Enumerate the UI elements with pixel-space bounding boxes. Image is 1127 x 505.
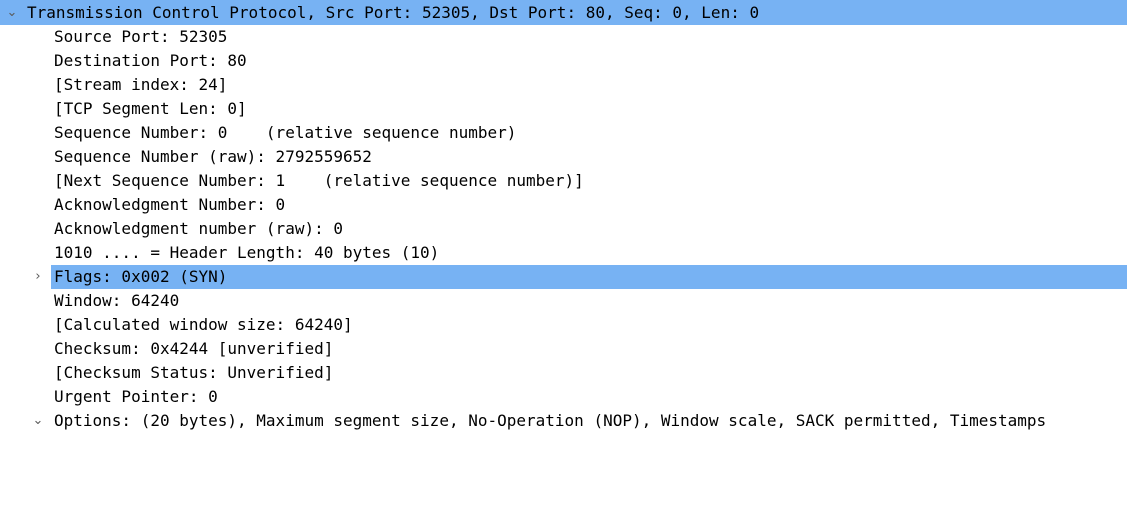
chevron-down-icon[interactable]: ⌄	[30, 409, 46, 433]
tree-row-sequence-number[interactable]: Sequence Number: 0 (relative sequence nu…	[0, 121, 1127, 145]
tree-row-source-port[interactable]: Source Port: 52305	[0, 25, 1127, 49]
tree-row-ack-raw[interactable]: Acknowledgment number (raw): 0	[0, 217, 1127, 241]
tree-row-next-sequence[interactable]: [Next Sequence Number: 1 (relative seque…	[0, 169, 1127, 193]
chevron-down-icon[interactable]: ⌄	[4, 0, 20, 25]
checksum-status-label: [Checksum Status: Unverified]	[54, 363, 334, 382]
sequence-number-label: Sequence Number: 0 (relative sequence nu…	[54, 123, 517, 142]
ack-raw-label: Acknowledgment number (raw): 0	[54, 219, 343, 238]
tree-row-header-length[interactable]: 1010 .... = Header Length: 40 bytes (10)	[0, 241, 1127, 265]
tree-row-urgent-pointer[interactable]: Urgent Pointer: 0	[0, 385, 1127, 409]
sequence-raw-label: Sequence Number (raw): 2792559652	[54, 147, 372, 166]
source-port-label: Source Port: 52305	[54, 27, 228, 46]
segment-len-label: [TCP Segment Len: 0]	[54, 99, 247, 118]
tree-row-checksum[interactable]: Checksum: 0x4244 [unverified]	[0, 337, 1127, 361]
options-label: Options: (20 bytes), Maximum segment siz…	[54, 411, 1047, 430]
tree-row-options[interactable]: ⌄ Options: (20 bytes), Maximum segment s…	[0, 409, 1127, 433]
tree-row-sequence-raw[interactable]: Sequence Number (raw): 2792559652	[0, 145, 1127, 169]
checksum-label: Checksum: 0x4244 [unverified]	[54, 339, 334, 358]
tree-row-checksum-status[interactable]: [Checksum Status: Unverified]	[0, 361, 1127, 385]
ack-number-label: Acknowledgment Number: 0	[54, 195, 286, 214]
header-length-label: 1010 .... = Header Length: 40 bytes (10)	[54, 243, 440, 262]
tcp-header-label: Transmission Control Protocol, Src Port:…	[27, 3, 760, 22]
tree-row-calculated-window[interactable]: [Calculated window size: 64240]	[0, 313, 1127, 337]
tree-row-flags[interactable]: › Flags: 0x002 (SYN)	[0, 265, 1127, 289]
tree-row-destination-port[interactable]: Destination Port: 80	[0, 49, 1127, 73]
packet-details-tree: ⌄ Transmission Control Protocol, Src Por…	[0, 0, 1127, 439]
chevron-right-icon[interactable]: ›	[30, 265, 46, 289]
tree-row-tcp-header[interactable]: ⌄ Transmission Control Protocol, Src Por…	[0, 0, 1127, 25]
window-label: Window: 64240	[54, 291, 180, 310]
stream-index-label: [Stream index: 24]	[54, 75, 228, 94]
tree-row-stream-index[interactable]: [Stream index: 24]	[0, 73, 1127, 97]
tree-row-segment-len[interactable]: [TCP Segment Len: 0]	[0, 97, 1127, 121]
destination-port-label: Destination Port: 80	[54, 51, 247, 70]
flags-label: Flags: 0x002 (SYN)	[51, 265, 1127, 289]
tree-row-window[interactable]: Window: 64240	[0, 289, 1127, 313]
urgent-pointer-label: Urgent Pointer: 0	[54, 387, 218, 406]
calculated-window-label: [Calculated window size: 64240]	[54, 315, 353, 334]
next-sequence-label: [Next Sequence Number: 1 (relative seque…	[54, 171, 584, 190]
tree-row-ack-number[interactable]: Acknowledgment Number: 0	[0, 193, 1127, 217]
